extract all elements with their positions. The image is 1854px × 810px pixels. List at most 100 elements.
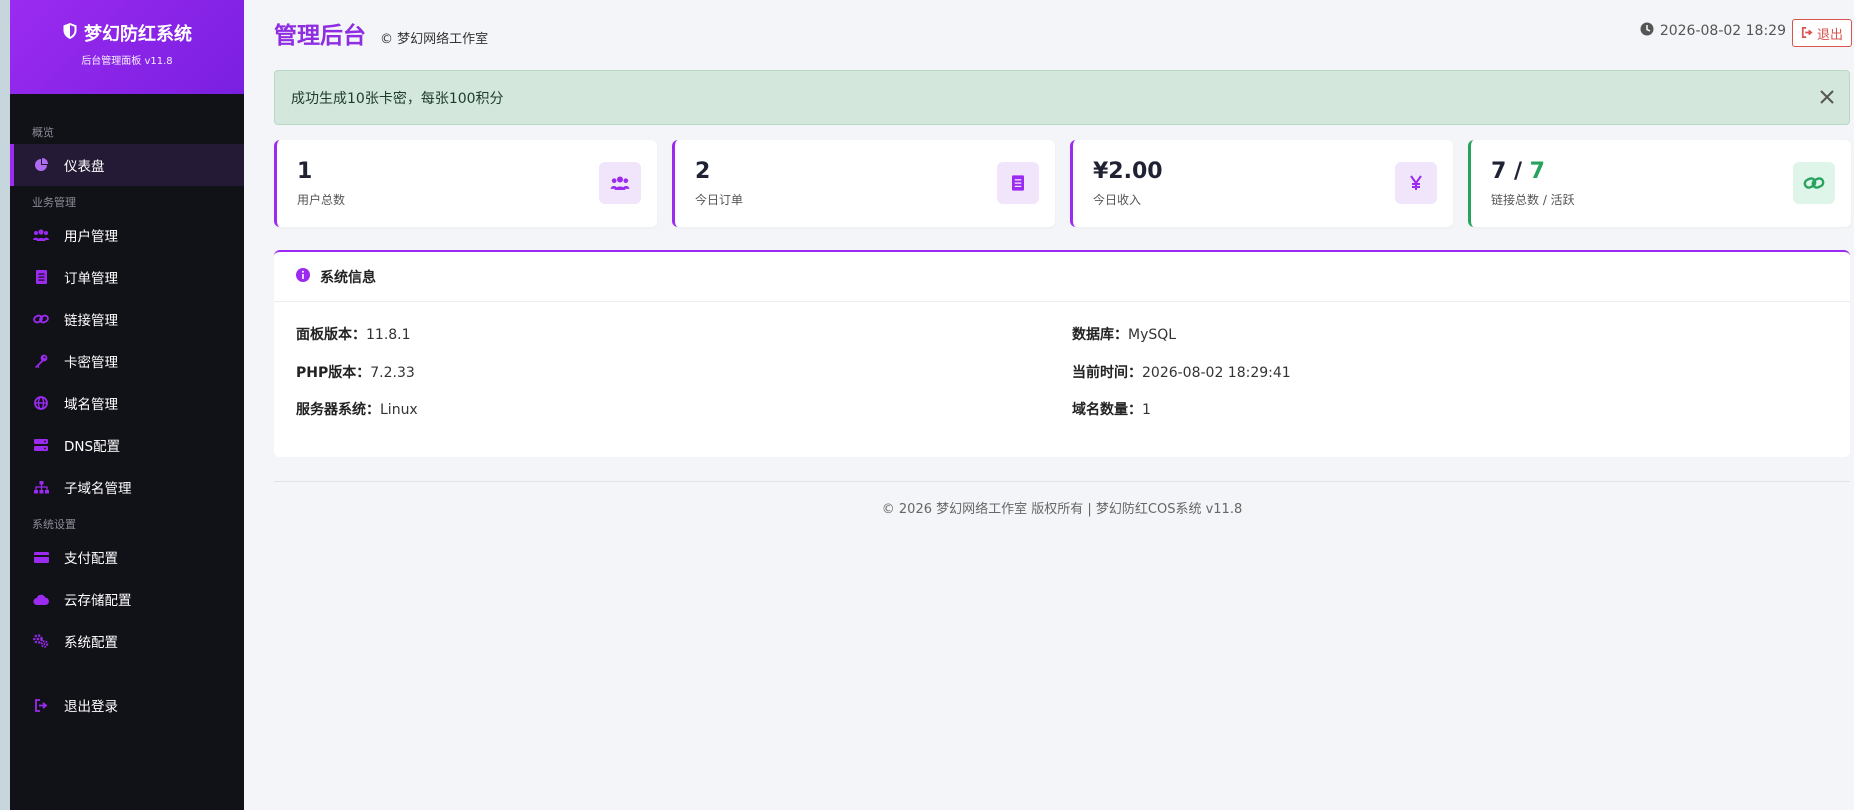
sidebar-item-users[interactable]: 用户管理: [10, 214, 244, 256]
sidebar-item-label: 域名管理: [64, 397, 118, 413]
footer-text: © 2026 梦幻网络工作室 版权所有 | 梦幻防红COS系统 v11.8: [881, 502, 1243, 517]
info-row-database: 数据库：MySQL: [1072, 324, 1176, 344]
receipt-icon: [32, 268, 50, 286]
sidebar-item-label: 卡密管理: [64, 355, 118, 371]
stat-label: 用户总数: [297, 193, 346, 207]
sidebar-item-label: 订单管理: [64, 271, 118, 287]
stat-value: 2: [695, 159, 711, 184]
key-icon: [32, 352, 50, 370]
sidebar-item-label: DNS配置: [64, 439, 121, 455]
main-content: 管理后台 © 梦幻网络工作室 2026-08-02 18:29 退出 成功生成1…: [244, 0, 1854, 810]
sidebar-item-label: 支付配置: [64, 551, 118, 567]
datetime-text: 2026-08-02 18:29: [1659, 23, 1786, 39]
info-row-current-time: 当前时间：2026-08-02 18:29:41: [1072, 362, 1291, 382]
clock-icon: [1640, 22, 1654, 40]
datetime-display: 2026-08-02 18:29: [1640, 22, 1786, 40]
sidebar-item-payment[interactable]: 支付配置: [10, 536, 244, 578]
logout-button-label: 退出: [1816, 26, 1843, 42]
stat-value: 1: [297, 159, 313, 184]
users-icon: [599, 162, 641, 204]
info-key: 面板版本：: [296, 327, 366, 343]
cloud-icon: [32, 590, 50, 608]
system-info-header: 系统信息: [274, 252, 1850, 302]
close-icon[interactable]: [1817, 87, 1837, 107]
brand-subtitle: 后台管理面板 v11.8: [81, 56, 173, 67]
link-icon: [1793, 162, 1835, 204]
shield-icon: [62, 22, 78, 45]
brand-header: 梦幻防红系统 后台管理面板 v11.8: [10, 0, 244, 94]
sitemap-icon: [32, 478, 50, 496]
logout-button[interactable]: 退出: [1792, 19, 1852, 47]
info-row-php-version: PHP版本：7.2.33: [296, 362, 415, 382]
stat-value: 7 / 7: [1491, 159, 1545, 184]
sidebar-item-label: 用户管理: [64, 229, 118, 245]
sidebar-item-label: 子域名管理: [64, 481, 132, 497]
links-total: 7 /: [1491, 159, 1530, 184]
success-alert: 成功生成10张卡密，每张100积分: [274, 70, 1850, 125]
page-header: 管理后台 © 梦幻网络工作室: [274, 16, 488, 50]
sidebar-item-domains[interactable]: 域名管理: [10, 382, 244, 424]
sidebar-item-label: 云存储配置: [64, 593, 132, 609]
stat-label: 链接总数 / 活跃: [1491, 193, 1575, 207]
system-info-title: 系统信息: [320, 269, 376, 286]
sidebar-item-orders[interactable]: 订单管理: [10, 256, 244, 298]
info-value: 7.2.33: [370, 365, 415, 381]
stat-card-users: 1 用户总数: [274, 140, 657, 227]
page-title: 管理后台: [274, 23, 366, 49]
stat-card-orders: 2 今日订单: [672, 140, 1055, 227]
sidebar-item-dashboard[interactable]: 仪表盘: [10, 144, 244, 186]
nav-section-overview: 概览: [32, 126, 54, 139]
stat-card-links: 7 / 7 链接总数 / 活跃: [1468, 140, 1851, 227]
globe-icon: [32, 394, 50, 412]
sidebar-item-label: 链接管理: [64, 313, 118, 329]
sign-out-icon: [1801, 26, 1813, 41]
server-icon: [32, 436, 50, 454]
footer-divider: [274, 481, 1850, 482]
info-key: 域名数量：: [1072, 402, 1142, 418]
pie-chart-icon: [32, 156, 50, 174]
info-row-server-os: 服务器系统：Linux: [296, 399, 418, 419]
info-key: 服务器系统：: [296, 402, 380, 418]
info-icon: [296, 267, 310, 286]
sidebar: 梦幻防红系统 后台管理面板 v11.8 概览 仪表盘 业务管理 用户管理 订单管…: [10, 0, 244, 810]
nav-section-settings: 系统设置: [32, 518, 76, 531]
link-icon: [32, 310, 50, 328]
info-value: Linux: [380, 402, 418, 418]
page-subtitle: © 梦幻网络工作室: [380, 32, 489, 47]
sidebar-item-cards[interactable]: 卡密管理: [10, 340, 244, 382]
stat-value: ¥2.00: [1093, 159, 1163, 184]
stat-label: 今日收入: [1093, 193, 1142, 207]
window-edge: [0, 0, 10, 810]
sidebar-item-label: 系统配置: [64, 635, 118, 651]
links-active: 7: [1529, 159, 1545, 184]
gears-icon: [32, 632, 50, 650]
info-row-domain-count: 域名数量：1: [1072, 399, 1151, 419]
info-key: 当前时间：: [1072, 365, 1142, 381]
sidebar-item-cloud-storage[interactable]: 云存储配置: [10, 578, 244, 620]
receipt-icon: [997, 162, 1039, 204]
sidebar-item-label: 退出登录: [64, 699, 118, 715]
sidebar-item-links[interactable]: 链接管理: [10, 298, 244, 340]
info-value: MySQL: [1128, 327, 1177, 343]
sidebar-item-system-config[interactable]: 系统配置: [10, 620, 244, 662]
info-key: 数据库：: [1072, 327, 1128, 343]
nav-section-business: 业务管理: [32, 196, 76, 209]
alert-message: 成功生成10张卡密，每张100积分: [291, 90, 504, 107]
brand-title: 梦幻防红系统: [10, 20, 244, 46]
info-value: 2026-08-02 18:29:41: [1142, 365, 1291, 381]
info-key: PHP版本：: [296, 365, 371, 381]
brand-title-text: 梦幻防红系统: [84, 24, 192, 45]
sidebar-item-dns[interactable]: DNS配置: [10, 424, 244, 466]
credit-card-icon: [32, 548, 50, 566]
sidebar-item-subdomains[interactable]: 子域名管理: [10, 466, 244, 508]
sign-out-icon: [32, 696, 50, 714]
yen-icon: [1395, 162, 1437, 204]
sidebar-item-label: 仪表盘: [64, 159, 105, 175]
stat-label: 今日订单: [695, 193, 744, 207]
info-value: 1: [1142, 402, 1151, 418]
info-value: 11.8.1: [366, 327, 411, 343]
sidebar-item-logout[interactable]: 退出登录: [10, 684, 244, 726]
system-info-card: 系统信息 面板版本：11.8.1 PHP版本：7.2.33 服务器系统：Linu…: [274, 250, 1850, 457]
info-row-panel-version: 面板版本：11.8.1: [296, 324, 411, 344]
stat-card-revenue: ¥2.00 今日收入: [1070, 140, 1453, 227]
